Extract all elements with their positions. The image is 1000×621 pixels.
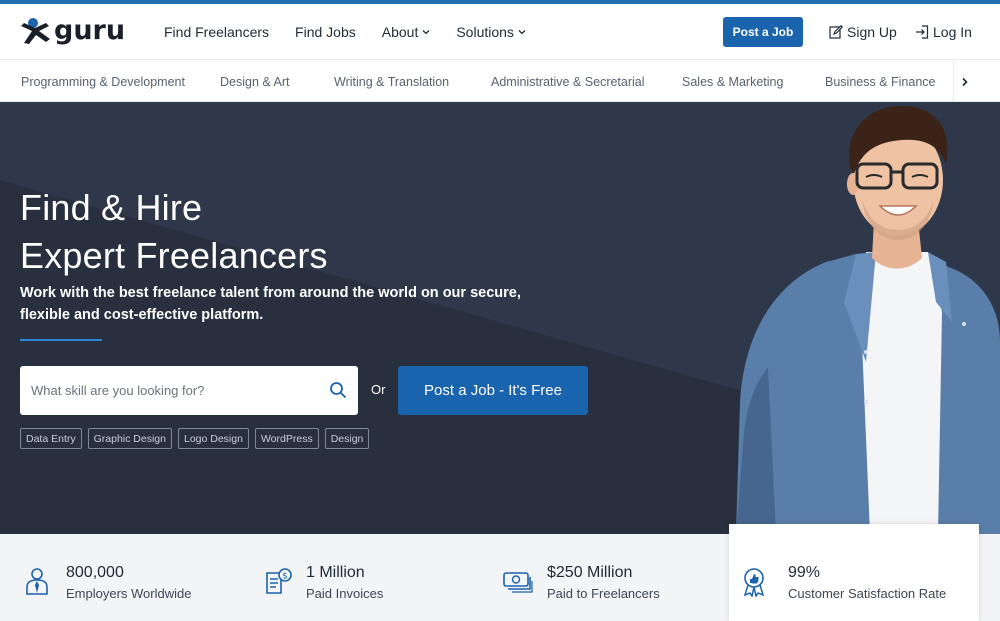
stat-value: 99% [788, 564, 821, 581]
svg-text:$: $ [282, 572, 288, 582]
employer-icon [26, 568, 48, 595]
sign-up-link[interactable]: Sign Up [829, 4, 897, 60]
skill-search-box [20, 366, 358, 415]
nav-find-jobs[interactable]: Find Jobs [295, 24, 356, 40]
stat-value: 800,000 [66, 564, 124, 581]
award-icon [743, 568, 765, 597]
nav-label: Find Jobs [295, 24, 356, 40]
logo-text: guru [54, 15, 126, 46]
stat-invoices: $ 1 Million Paid Invoices [250, 534, 490, 621]
tag-logo-design[interactable]: Logo Design [177, 428, 249, 449]
chevron-right-icon [961, 77, 968, 86]
chevron-down-icon [518, 30, 526, 35]
stat-label: Paid Invoices [306, 586, 384, 601]
search-icon[interactable] [329, 381, 347, 399]
hero-subtitle-line-1: Work with the best freelance talent from… [20, 285, 521, 301]
tag-wordpress[interactable]: WordPress [254, 428, 319, 449]
stat-label: Employers Worldwide [66, 586, 192, 601]
logo-figure-icon [21, 18, 50, 44]
log-in-link[interactable]: Log In [915, 4, 972, 60]
post-job-free-button[interactable]: Post a Job - It's Free [398, 366, 588, 415]
stat-label: Paid to Freelancers [547, 586, 660, 601]
money-icon [503, 572, 533, 593]
main-nav: Find Freelancers Find Jobs About Solutio… [164, 4, 552, 60]
login-icon [916, 25, 929, 39]
nav-label: About [381, 24, 419, 40]
log-in-label: Log In [933, 24, 972, 40]
hero-person-image [736, 106, 1000, 534]
edit-icon [829, 25, 843, 39]
post-job-button[interactable]: Post a Job [723, 17, 803, 47]
nav-label: Find Freelancers [164, 24, 270, 40]
stat-paid: $250 Million Paid to Freelancers [490, 534, 730, 621]
hero-title: Find & Hire Expert Freelancers [20, 184, 328, 280]
stat-employers: 800,000 Employers Worldwide [0, 534, 250, 621]
invoice-icon: $ [266, 568, 292, 594]
category-business-finance[interactable]: Business & Finance [825, 61, 935, 102]
hero-subtitle-line-2: flexible and cost-effective platform. [20, 307, 264, 323]
tag-graphic-design[interactable]: Graphic Design [87, 428, 172, 449]
category-bar: Programming & Development Design & Art W… [0, 61, 1000, 102]
category-administrative[interactable]: Administrative & Secretarial [491, 61, 645, 102]
hero-subtitle: Work with the best freelance talent from… [20, 282, 540, 326]
stat-value: $250 Million [547, 564, 633, 581]
category-programming[interactable]: Programming & Development [21, 61, 185, 102]
nav-find-freelancers[interactable]: Find Freelancers [164, 24, 269, 40]
stat-label: Customer Satisfaction Rate [788, 586, 947, 601]
or-text: Or [371, 382, 386, 397]
stat-satisfaction: 99% Customer Satisfaction Rate [729, 534, 979, 621]
hero-section: Find & Hire Expert Freelancers Work with… [0, 102, 1000, 534]
category-writing[interactable]: Writing & Translation [334, 61, 449, 102]
site-header: guru Find Freelancers Find Jobs About So… [0, 4, 1000, 60]
nav-solutions[interactable]: Solutions [456, 24, 526, 40]
skill-search-input[interactable] [20, 366, 320, 415]
tag-data-entry[interactable]: Data Entry [20, 428, 82, 449]
nav-label: Solutions [456, 24, 514, 40]
stats-bar: 800,000 Employers Worldwide $ 1 Million … [0, 524, 1000, 621]
category-next-button[interactable] [953, 61, 975, 102]
nav-about[interactable]: About [382, 24, 431, 40]
tag-design[interactable]: Design [324, 428, 370, 449]
category-sales-marketing[interactable]: Sales & Marketing [682, 61, 783, 102]
category-design-art[interactable]: Design & Art [220, 61, 289, 102]
hero-title-line-1: Find & Hire [20, 187, 203, 228]
popular-skill-tags: Data Entry Graphic Design Logo Design Wo… [20, 428, 375, 449]
guru-logo[interactable]: guru [20, 17, 125, 45]
sign-up-label: Sign Up [847, 24, 897, 40]
chevron-down-icon [422, 30, 430, 35]
hero-divider [20, 339, 102, 341]
hero-title-line-2: Expert Freelancers [20, 235, 328, 276]
stat-value: 1 Million [306, 564, 365, 581]
